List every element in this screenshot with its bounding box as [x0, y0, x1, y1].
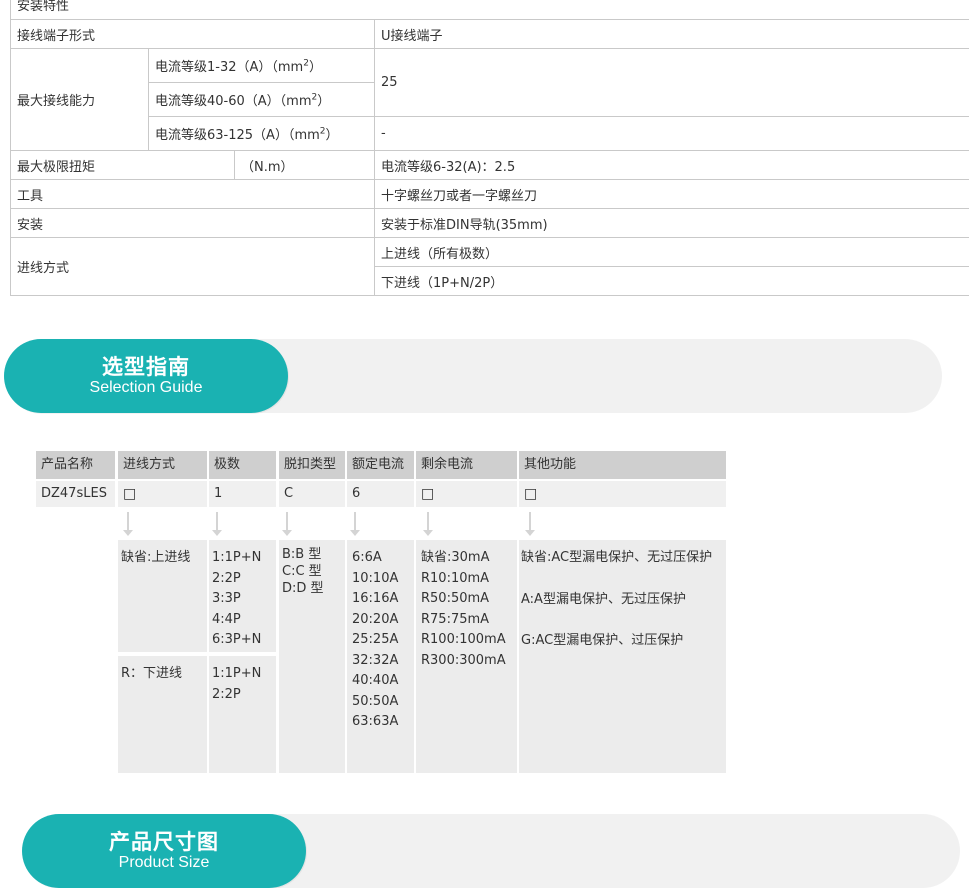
rated-current-option: 32:32A [352, 651, 411, 672]
guide-poles-top: 1:1P+N 2:2P 3:3P 4:4P 6:3P+N [209, 540, 276, 652]
rated-current-option: 40:40A [352, 671, 411, 692]
residual-current-option: R100:100mA [421, 630, 514, 651]
product-size-pill: 产品尺寸图 Product Size [22, 814, 306, 888]
other-function-option: A:A型漏电保护、无过压保护 [521, 590, 723, 611]
selection-guide-title-en: Selection Guide [4, 379, 288, 397]
down-arrow-icon [354, 512, 356, 534]
guide-feed-options-bottom: R：下进线 [118, 656, 207, 773]
residual-current-option: 缺省:30mA [421, 548, 514, 569]
mount-value: 安装于标准DIN导轨(35mm) [375, 209, 969, 238]
terminal-form-label: 接线端子形式 [11, 20, 375, 49]
guide-poles-bottom: 1:1P+N 2:2P [209, 656, 276, 773]
pole-option: 2:2P [212, 685, 273, 706]
torque-unit: （N.m） [235, 151, 375, 180]
trip-type-option: B:B 型 [282, 546, 342, 563]
pole-option: 6:3P+N [212, 630, 273, 651]
torque-label: 最大极限扭矩 [11, 151, 235, 180]
residual-current-option: R300:300mA [421, 651, 514, 672]
product-size-banner: 产品尺寸图 Product Size [22, 814, 960, 888]
rated-current-option: 20:20A [352, 610, 411, 631]
rated-current-option: 10:10A [352, 569, 411, 590]
guide-value-rated-current: 6 [347, 481, 414, 507]
pole-option: 3:3P [212, 589, 273, 610]
residual-current-option: R75:75mA [421, 610, 514, 631]
feed-value-1: 上进线（所有极数） [375, 238, 969, 267]
pole-option: 2:2P [212, 569, 273, 590]
pole-option: 1:1P+N [212, 548, 273, 569]
down-arrow-icon [529, 512, 531, 534]
feed-label: 进线方式 [11, 238, 375, 296]
guide-header-other-functions: 其他功能 [519, 451, 726, 479]
guide-value-trip-type: C [279, 481, 345, 507]
guide-value-poles: 1 [209, 481, 276, 507]
residual-current-option: R10:10mA [421, 569, 514, 590]
wiring-row-1: 电流等级1-32（A）（mm2） [149, 49, 375, 83]
guide-value-other-functions: □ [519, 481, 726, 507]
max-wiring-label: 最大接线能力 [11, 49, 149, 151]
guide-feed-options-top: 缺省:上进线 [118, 540, 207, 652]
feed-option: 缺省:上进线 [121, 548, 204, 569]
wiring-row-2: 电流等级40-60（A）（mm2） [149, 83, 375, 117]
wiring-value-2: - [375, 117, 969, 151]
rated-current-option: 25:25A [352, 630, 411, 651]
install-features-title: 安装特性 [11, 0, 969, 20]
product-size-title-cn: 产品尺寸图 [22, 830, 306, 854]
tool-value: 十字螺丝刀或者一字螺丝刀 [375, 180, 969, 209]
other-function-option: 缺省:AC型漏电保护、无过压保护 [521, 548, 723, 569]
pole-option: 4:4P [212, 610, 273, 631]
guide-header-poles: 极数 [209, 451, 276, 479]
trip-type-option: C:C 型 [282, 563, 342, 580]
rated-current-option: 50:50A [352, 692, 411, 713]
guide-rated-currents: 6:6A 10:10A 16:16A 20:20A 25:25A 32:32A … [347, 540, 414, 773]
feed-option: R：下进线 [121, 664, 204, 685]
trip-type-option: D:D 型 [282, 580, 342, 597]
feed-value-2: 下进线（1P+N/2P） [375, 267, 969, 296]
torque-value: 电流等级6-32(A)：2.5 [375, 151, 969, 180]
guide-header-product-name: 产品名称 [36, 451, 115, 479]
pole-option: 1:1P+N [212, 664, 273, 685]
tool-label: 工具 [11, 180, 375, 209]
mount-label: 安装 [11, 209, 375, 238]
guide-residual-currents: 缺省:30mA R10:10mA R50:50mA R75:75mA R100:… [416, 540, 517, 773]
rated-current-option: 63:63A [352, 712, 411, 733]
down-arrow-icon [127, 512, 129, 534]
product-size-title-en: Product Size [22, 854, 306, 872]
guide-other-functions: 缺省:AC型漏电保护、无过压保护 A:A型漏电保护、无过压保护 G:AC型漏电保… [519, 540, 726, 773]
selection-guide-title-cn: 选型指南 [4, 355, 288, 379]
down-arrow-icon [427, 512, 429, 534]
guide-trip-types: B:B 型 C:C 型 D:D 型 [279, 540, 345, 773]
wiring-row-3: 电流等级63-125（A）（mm2） [149, 117, 375, 151]
guide-value-residual-current: □ [416, 481, 517, 507]
selection-guide-banner: 选型指南 Selection Guide [4, 339, 942, 413]
other-function-option: G:AC型漏电保护、过压保护 [521, 631, 723, 652]
terminal-form-value: U接线端子 [375, 20, 969, 49]
down-arrow-icon [286, 512, 288, 534]
guide-header-trip-type: 脱扣类型 [279, 451, 345, 479]
wiring-value-1: 25 [375, 49, 969, 117]
guide-value-feed-mode: □ [118, 481, 207, 507]
selection-guide-pill: 选型指南 Selection Guide [4, 339, 288, 413]
guide-value-product-name: DZ47sLES [36, 481, 115, 507]
down-arrow-icon [216, 512, 218, 534]
rated-current-option: 6:6A [352, 548, 411, 569]
rated-current-option: 16:16A [352, 589, 411, 610]
residual-current-option: R50:50mA [421, 589, 514, 610]
guide-header-feed-mode: 进线方式 [118, 451, 207, 479]
spec-table: 安装特性 接线端子形式 U接线端子 最大接线能力 电流等级1-32（A）（mm2… [10, 0, 969, 296]
guide-header-rated-current: 额定电流 [347, 451, 414, 479]
guide-header-residual-current: 剩余电流 [416, 451, 517, 479]
